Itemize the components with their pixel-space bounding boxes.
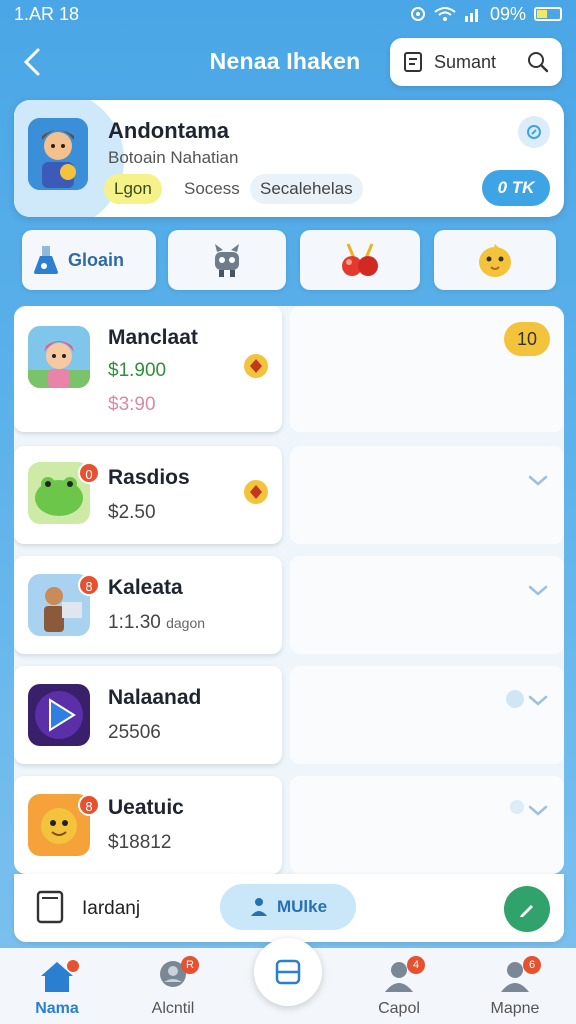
item-value: 1:1.30 dagon: [108, 612, 205, 634]
list-item[interactable]: Manclaat $1.900 $3:90 10: [14, 306, 564, 432]
tile-robot[interactable]: [168, 230, 286, 290]
nav-capol-label: Capol: [378, 1000, 420, 1017]
signal-icon: [464, 9, 478, 22]
row-detail-area: [290, 446, 564, 544]
robot-cat-icon: [215, 244, 239, 277]
item-title: Ueatuic: [108, 796, 184, 819]
list-item[interactable]: 8 Ueatuic $18812: [14, 776, 564, 874]
primary-action-button[interactable]: MUlke: [220, 884, 356, 930]
action-bar-label: Iardanj: [82, 898, 141, 919]
bottom-nav: Nama R Alcntil 4 Capol 6 Mapne: [0, 938, 576, 1024]
pencil-icon: [520, 905, 533, 917]
nav-alcntil[interactable]: R Alcntil: [128, 956, 218, 1018]
tile-gloain[interactable]: Gloain: [22, 230, 156, 290]
item-title: Nalaanad: [108, 686, 202, 709]
success-chip[interactable]: Socess: [174, 174, 250, 204]
person-icon: [250, 898, 267, 916]
diamond-icon: [242, 478, 270, 506]
status-dot: [510, 800, 524, 814]
search-label: Sumant: [434, 51, 497, 72]
chevron-down-icon[interactable]: [526, 468, 550, 492]
chevron-down-icon[interactable]: [526, 578, 550, 602]
page-title: Nenaa Ihaken: [209, 48, 361, 74]
square-menu-icon: [275, 959, 301, 985]
nav-capol[interactable]: 4 Capol: [354, 956, 444, 1018]
wifi-icon: [434, 7, 456, 21]
status-icons: 09%: [410, 4, 562, 25]
flask-icon: [34, 246, 58, 274]
item-title: Rasdios: [108, 466, 190, 489]
tablet-icon[interactable]: [34, 890, 66, 924]
item-icon-play: [28, 684, 90, 746]
item-old-value: $3:90: [108, 394, 156, 415]
chevron-down-icon[interactable]: [526, 798, 550, 822]
cherries-icon: [342, 243, 378, 276]
status-time: 1.AR 18: [14, 3, 80, 24]
nav-mapne[interactable]: 6 Mapne: [470, 956, 560, 1018]
item-icon-girl: [28, 326, 90, 388]
battery-percent: 09%: [489, 3, 526, 24]
item-value: $1.900: [108, 360, 167, 381]
featured-action-pill[interactable]: 0 TK: [482, 170, 550, 206]
item-notification-badge: 8: [78, 794, 100, 816]
item-value-main: 1:1.30: [108, 612, 161, 633]
nav-center-button[interactable]: [254, 938, 322, 1006]
featured-name: Andontama: [108, 118, 229, 143]
nav-capol-badge: 4: [407, 956, 425, 974]
row-detail-area: [290, 666, 564, 764]
featured-subtitle: Botoain Nahatian: [108, 148, 239, 167]
list-item[interactable]: 0 Rasdios $2.50: [14, 446, 564, 544]
back-button[interactable]: [20, 44, 52, 80]
tile-gloain-label: Gloain: [68, 249, 125, 270]
primary-action-label: MUlke: [276, 897, 328, 916]
item-value: 25506: [108, 722, 161, 743]
nav-alcntil-label: Alcntil: [151, 1000, 195, 1017]
status-dot: [506, 690, 524, 708]
nav-mapne-label: Mapne: [490, 1000, 540, 1017]
action-bar: Iardanj MUlke: [14, 874, 564, 942]
home-badge: [67, 960, 79, 972]
item-list: Manclaat $1.900 $3:90 10 0 Rasdios $2.50…: [14, 306, 564, 874]
nav-mapne-badge: 6: [523, 956, 541, 974]
item-title: Kaleata: [108, 576, 183, 599]
item-value-suffix: dagon: [166, 615, 206, 631]
top-header: Nenaa Ihaken Sumant: [0, 36, 576, 92]
chick-icon: [479, 244, 511, 277]
item-notification-badge: 0: [78, 462, 100, 484]
search-button[interactable]: Sumant: [390, 38, 562, 86]
row-detail-area: [290, 556, 564, 654]
diamond-icon: [242, 352, 270, 380]
quick-tiles: Gloain: [22, 230, 556, 290]
status-bar: 1.AR 18 09%: [0, 0, 576, 28]
featured-card[interactable]: Andontama Botoain Nahatian Lgon Socess S…: [14, 100, 564, 217]
list-item[interactable]: 8 Kaleata 1:1.30 dagon: [14, 556, 564, 654]
info-icon[interactable]: [518, 116, 550, 148]
login-chip[interactable]: Lgon: [104, 174, 162, 204]
nav-home-label: Nama: [35, 1000, 79, 1017]
item-title: Manclaat: [108, 326, 198, 349]
list-item[interactable]: Nalaanad 25506: [14, 666, 564, 764]
nav-alcntil-badge: R: [181, 956, 199, 974]
tile-chick[interactable]: [434, 230, 556, 290]
battery-icon: [534, 7, 562, 21]
item-value: $2.50: [108, 502, 156, 523]
document-icon: [404, 52, 422, 72]
item-notification-badge: 8: [78, 574, 100, 596]
tile-cherries[interactable]: [300, 230, 420, 290]
alarm-icon: [410, 7, 425, 21]
edit-fab-button[interactable]: [504, 886, 550, 932]
secondary-chip[interactable]: Secalehelas: [250, 174, 363, 204]
row-detail-area: [290, 776, 564, 874]
item-value: $18812: [108, 832, 172, 853]
count-badge: 10: [504, 322, 550, 356]
search-icon: [528, 52, 549, 73]
chevron-left-icon: [23, 48, 40, 76]
chevron-down-icon[interactable]: [526, 688, 550, 712]
character-avatar: [28, 118, 88, 190]
nav-home[interactable]: Nama: [12, 958, 102, 1018]
